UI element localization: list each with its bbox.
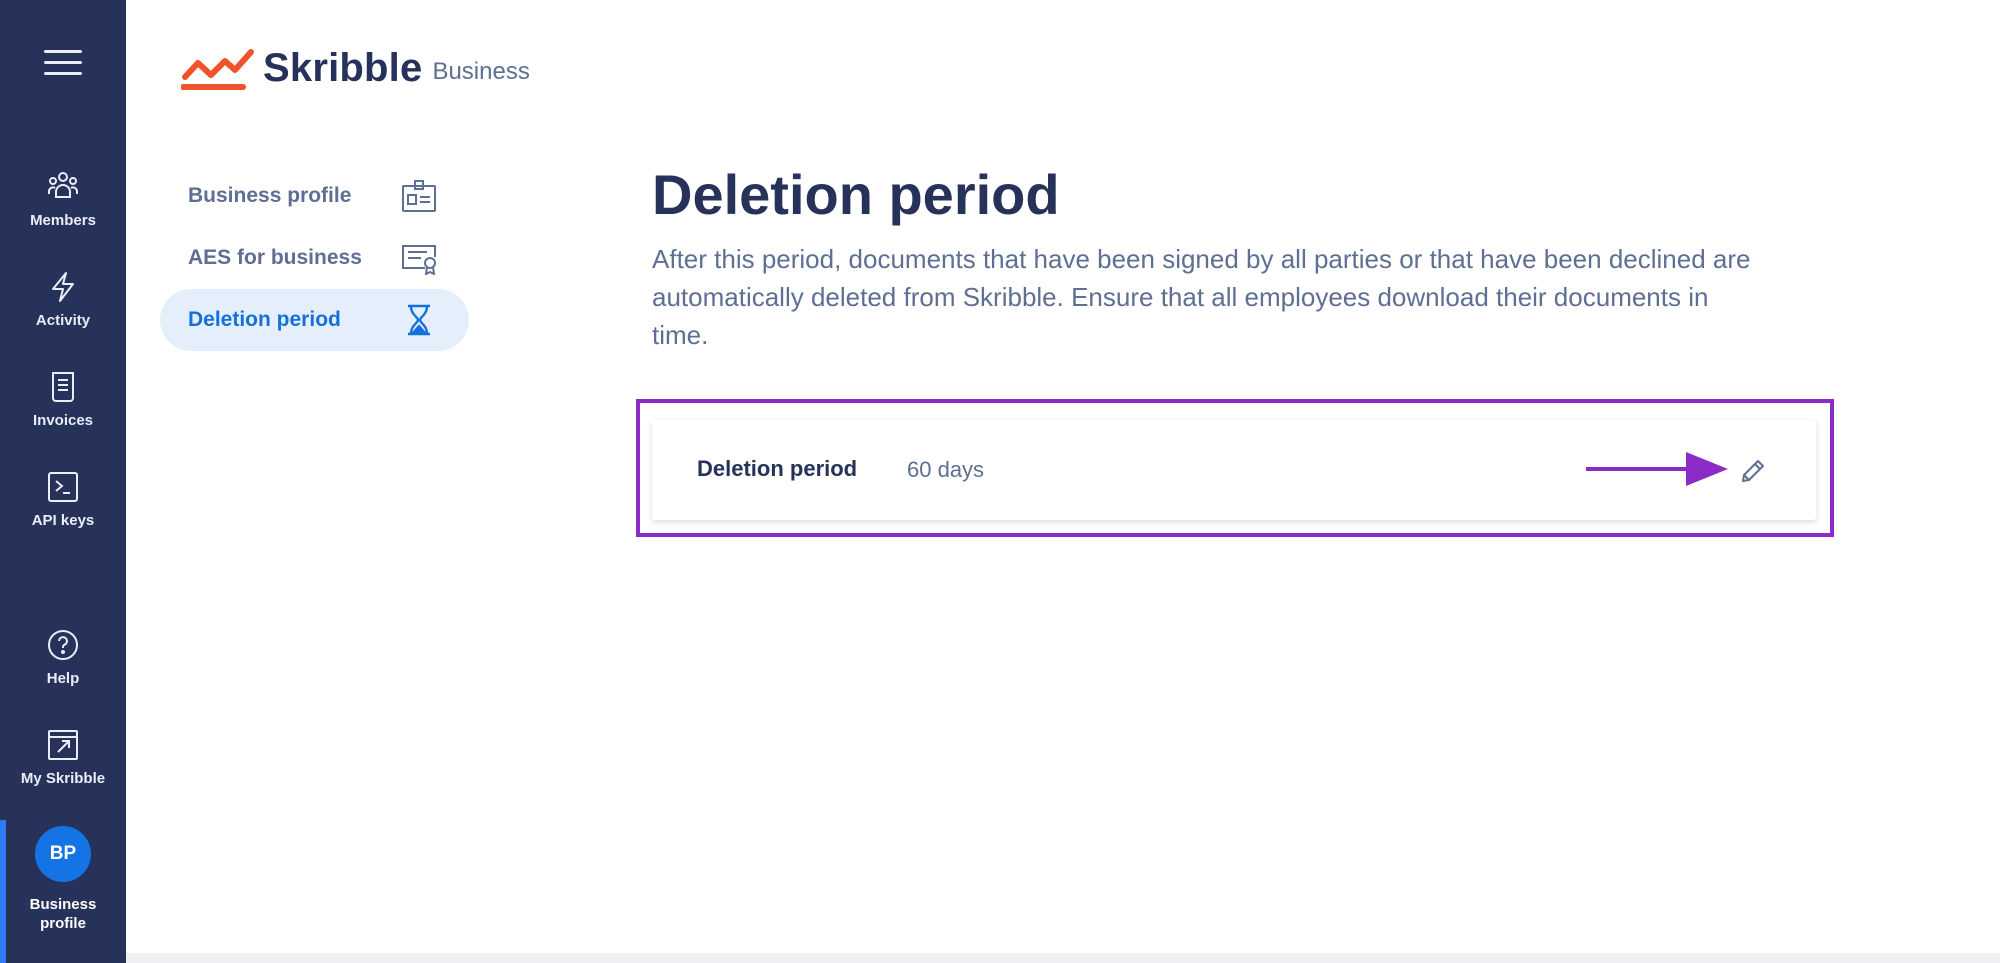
external-link-icon: [48, 730, 78, 760]
rail-item-invoices[interactable]: Invoices: [0, 370, 126, 429]
settings-nav-label: Deletion period: [188, 308, 341, 331]
avatar-label-line1: Business: [29, 896, 97, 913]
rail-item-my-skribble[interactable]: My Skribble: [0, 728, 126, 787]
annotation-arrow-icon: [1586, 452, 1728, 486]
settings-nav-aes-for-business[interactable]: AES for business: [160, 227, 469, 289]
skribble-logo[interactable]: Skribble Business: [181, 40, 530, 90]
help-circle-icon: [48, 630, 78, 660]
rail-label-help: Help: [46, 670, 80, 687]
lightning-icon: [52, 272, 74, 302]
rail-label-api-keys: API keys: [31, 512, 95, 529]
card-value: 60 days: [907, 457, 985, 482]
settings-nav-label: Business profile: [188, 184, 352, 207]
page-title: Deletion period: [652, 163, 1060, 226]
pencil-icon[interactable]: [1738, 456, 1768, 486]
rail-label-members: Members: [30, 212, 96, 229]
settings-nav-deletion-period[interactable]: Deletion period: [160, 289, 469, 351]
rail-active-indicator: [0, 820, 6, 963]
id-card-icon: [402, 180, 436, 212]
avatar-label-line2: profile: [40, 915, 86, 932]
certificate-icon: [402, 245, 436, 275]
logo-product: Business: [432, 58, 530, 85]
page-description: After this period, documents that have b…: [652, 244, 1751, 350]
members-icon: [48, 172, 78, 198]
rail-item-help[interactable]: Help: [0, 628, 126, 687]
hourglass-icon: [408, 304, 430, 336]
settings-nav-business-profile[interactable]: Business profile: [160, 165, 469, 227]
rail-label-business-profile[interactable]: Business profile: [0, 895, 126, 933]
left-rail: Members Activity Invoices API keys Help: [0, 0, 126, 963]
rail-label-activity: Activity: [35, 312, 91, 329]
invoice-icon: [52, 372, 74, 402]
rail-label-invoices: Invoices: [32, 412, 94, 429]
rail-item-activity[interactable]: Activity: [0, 270, 126, 329]
card-label: Deletion period: [697, 456, 858, 481]
rail-item-members[interactable]: Members: [0, 170, 126, 229]
settings-nav-label: AES for business: [188, 246, 362, 269]
terminal-icon: [48, 472, 78, 502]
logo-brand: Skribble: [263, 46, 423, 90]
skribble-logo-icon: [181, 49, 254, 90]
bottom-strip: [126, 953, 2000, 963]
rail-label-my-skribble: My Skribble: [20, 770, 106, 787]
hamburger-menu-icon[interactable]: [44, 48, 82, 78]
avatar[interactable]: BP: [35, 826, 91, 882]
rail-item-api-keys[interactable]: API keys: [0, 470, 126, 529]
